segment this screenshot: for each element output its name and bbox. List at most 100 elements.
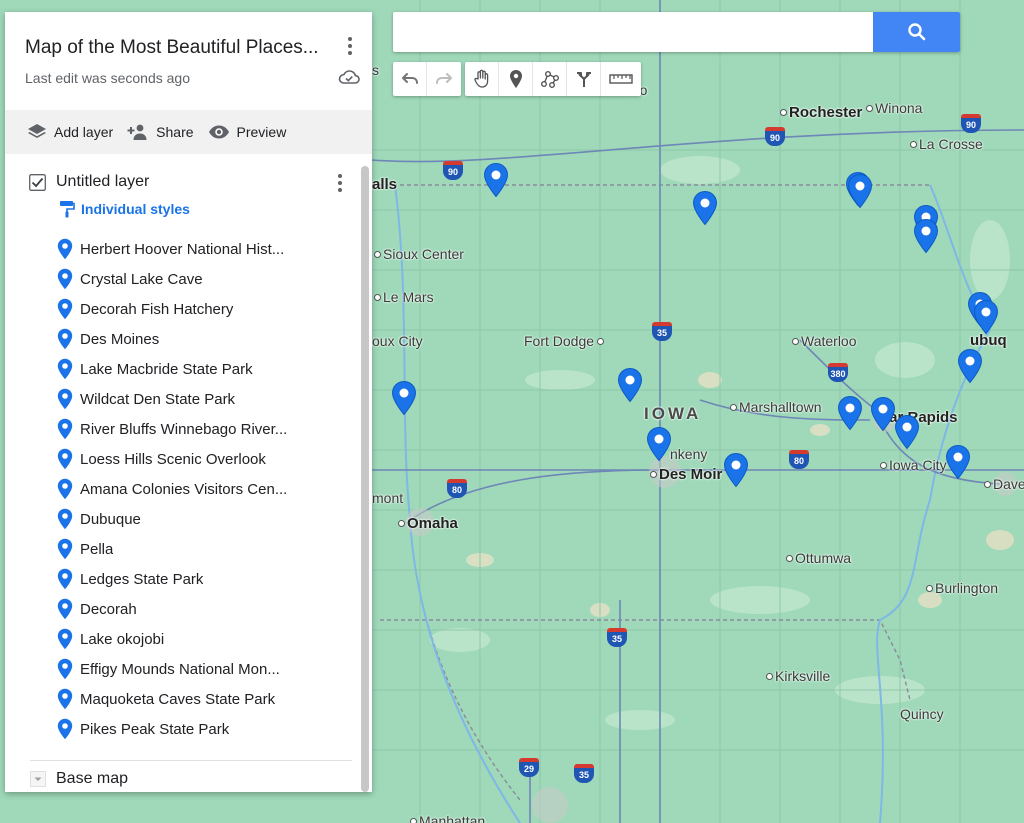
map-label-manhattan: Manhattan: [410, 813, 485, 823]
map-place-pin[interactable]: [870, 396, 896, 432]
draw-line-button[interactable]: [533, 62, 567, 96]
map-place-pin[interactable]: [945, 444, 971, 480]
tools-group: [465, 62, 641, 96]
place-name: Crystal Lake Cave: [80, 270, 203, 288]
map-title[interactable]: Map of the Most Beautiful Places...: [25, 37, 335, 59]
individual-styles-link[interactable]: Individual styles: [5, 196, 372, 222]
map-label-ankeny: nkeny: [670, 446, 708, 462]
share-button[interactable]: Share: [127, 123, 194, 141]
place-name: Pikes Peak State Park: [80, 720, 230, 738]
map-place-pin[interactable]: [973, 299, 999, 335]
place-marker-icon: [57, 238, 73, 260]
map-place-pin[interactable]: [837, 395, 863, 431]
base-map-section[interactable]: Base map: [30, 770, 128, 788]
hand-icon: [473, 69, 488, 88]
place-marker-icon: [57, 508, 73, 530]
map-place-pin[interactable]: [646, 426, 672, 462]
draw-line-icon: [540, 71, 559, 88]
add-marker-button[interactable]: [499, 62, 533, 96]
search-input[interactable]: [393, 12, 873, 52]
undo-icon: [401, 73, 418, 84]
directions-icon: [576, 72, 591, 87]
place-marker-icon: [57, 448, 73, 470]
place-name: Pella: [80, 540, 114, 558]
place-list-item[interactable]: Decorah Fish Hatchery: [5, 294, 372, 324]
redo-button[interactable]: [427, 62, 461, 96]
place-marker-icon: [57, 298, 73, 320]
place-list-item[interactable]: Ledges State Park: [5, 564, 372, 594]
search-button[interactable]: [873, 12, 960, 52]
place-name: Dubuque: [80, 510, 141, 528]
place-marker-icon: [57, 538, 73, 560]
map-place-pin[interactable]: [913, 218, 939, 254]
place-name: Lake okojobi: [80, 630, 165, 648]
place-marker-icon: [391, 380, 417, 416]
place-list-item[interactable]: Decorah: [5, 594, 372, 624]
last-edit-status: Last edit was seconds ago: [25, 70, 190, 86]
place-list-item[interactable]: Lake Macbride State Park: [5, 354, 372, 384]
place-list-item[interactable]: Dubuque: [5, 504, 372, 534]
interstate-shield: 80: [789, 450, 809, 470]
map-place-pin[interactable]: [723, 452, 749, 488]
add-directions-button[interactable]: [567, 62, 601, 96]
map-place-pin[interactable]: [692, 190, 718, 226]
place-list-item[interactable]: Effigy Mounds National Mon...: [5, 654, 372, 684]
interstate-shield: 90: [961, 114, 981, 134]
map-label-kirksville: Kirksville: [766, 668, 830, 684]
map-label-waterloo: Waterloo: [792, 333, 857, 349]
layer-visibility-checkbox[interactable]: [29, 173, 46, 191]
add-person-icon: [127, 124, 147, 140]
map-place-pin[interactable]: [617, 367, 643, 403]
layer-section: Untitled layer Individual styles Herbert…: [5, 154, 372, 744]
place-marker-icon: [957, 348, 983, 384]
place-marker-icon: [870, 396, 896, 432]
place-list-item[interactable]: Herbert Hoover National Hist...: [5, 234, 372, 264]
place-list: Herbert Hoover National Hist... Crystal L…: [5, 234, 372, 744]
measure-button[interactable]: [601, 62, 641, 96]
map-label-rochester: Rochester: [780, 104, 862, 121]
place-list-item[interactable]: Maquoketa Caves State Park: [5, 684, 372, 714]
panel-scrollbar[interactable]: [361, 166, 369, 792]
place-name: Decorah Fish Hatchery: [80, 300, 234, 318]
place-marker-icon: [57, 358, 73, 380]
interstate-shield: 35: [574, 764, 594, 784]
undo-button[interactable]: [393, 62, 427, 96]
interstate-shield: 90: [443, 161, 463, 181]
map-place-pin[interactable]: [391, 380, 417, 416]
place-name: Lake Macbride State Park: [80, 360, 253, 378]
layer-options-button[interactable]: [330, 171, 350, 195]
place-list-item[interactable]: Crystal Lake Cave: [5, 264, 372, 294]
map-place-pin[interactable]: [847, 173, 873, 209]
interstate-shield: 35: [607, 628, 627, 648]
more-vert-icon: [348, 37, 352, 55]
map-place-pin[interactable]: [894, 414, 920, 450]
select-items-button[interactable]: [465, 62, 499, 96]
map-label-la-crosse: La Crosse: [910, 136, 983, 152]
layer-name[interactable]: Untitled layer: [56, 173, 149, 191]
place-name: Herbert Hoover National Hist...: [80, 240, 285, 258]
place-marker-icon: [57, 628, 73, 650]
map-place-pin[interactable]: [957, 348, 983, 384]
place-marker-icon: [692, 190, 718, 226]
place-list-item[interactable]: Loess Hills Scenic Overlook: [5, 444, 372, 474]
place-marker-icon: [617, 367, 643, 403]
preview-button[interactable]: Preview: [208, 124, 286, 140]
add-layer-button[interactable]: Add layer: [27, 123, 113, 141]
place-list-item[interactable]: Des Moines: [5, 324, 372, 354]
place-list-item[interactable]: Wildcat Den State Park: [5, 384, 372, 414]
place-list-item[interactable]: Pella: [5, 534, 372, 564]
place-name: Effigy Mounds National Mon...: [80, 660, 280, 678]
place-list-item[interactable]: Lake okojobi: [5, 624, 372, 654]
place-list-item[interactable]: River Bluffs Winnebago River...: [5, 414, 372, 444]
layers-icon: [28, 124, 46, 138]
interstate-shield: 80: [447, 479, 467, 499]
place-list-item[interactable]: Amana Colonies Visitors Cen...: [5, 474, 372, 504]
more-vert-icon: [338, 174, 342, 192]
interstate-shield: 90: [765, 127, 785, 147]
place-name: Des Moines: [80, 330, 160, 348]
map-options-button[interactable]: [340, 34, 360, 58]
place-marker-icon: [973, 299, 999, 335]
place-list-item[interactable]: Pikes Peak State Park: [5, 714, 372, 744]
map-label-edge-s: s: [372, 62, 379, 78]
map-place-pin[interactable]: [483, 162, 509, 198]
